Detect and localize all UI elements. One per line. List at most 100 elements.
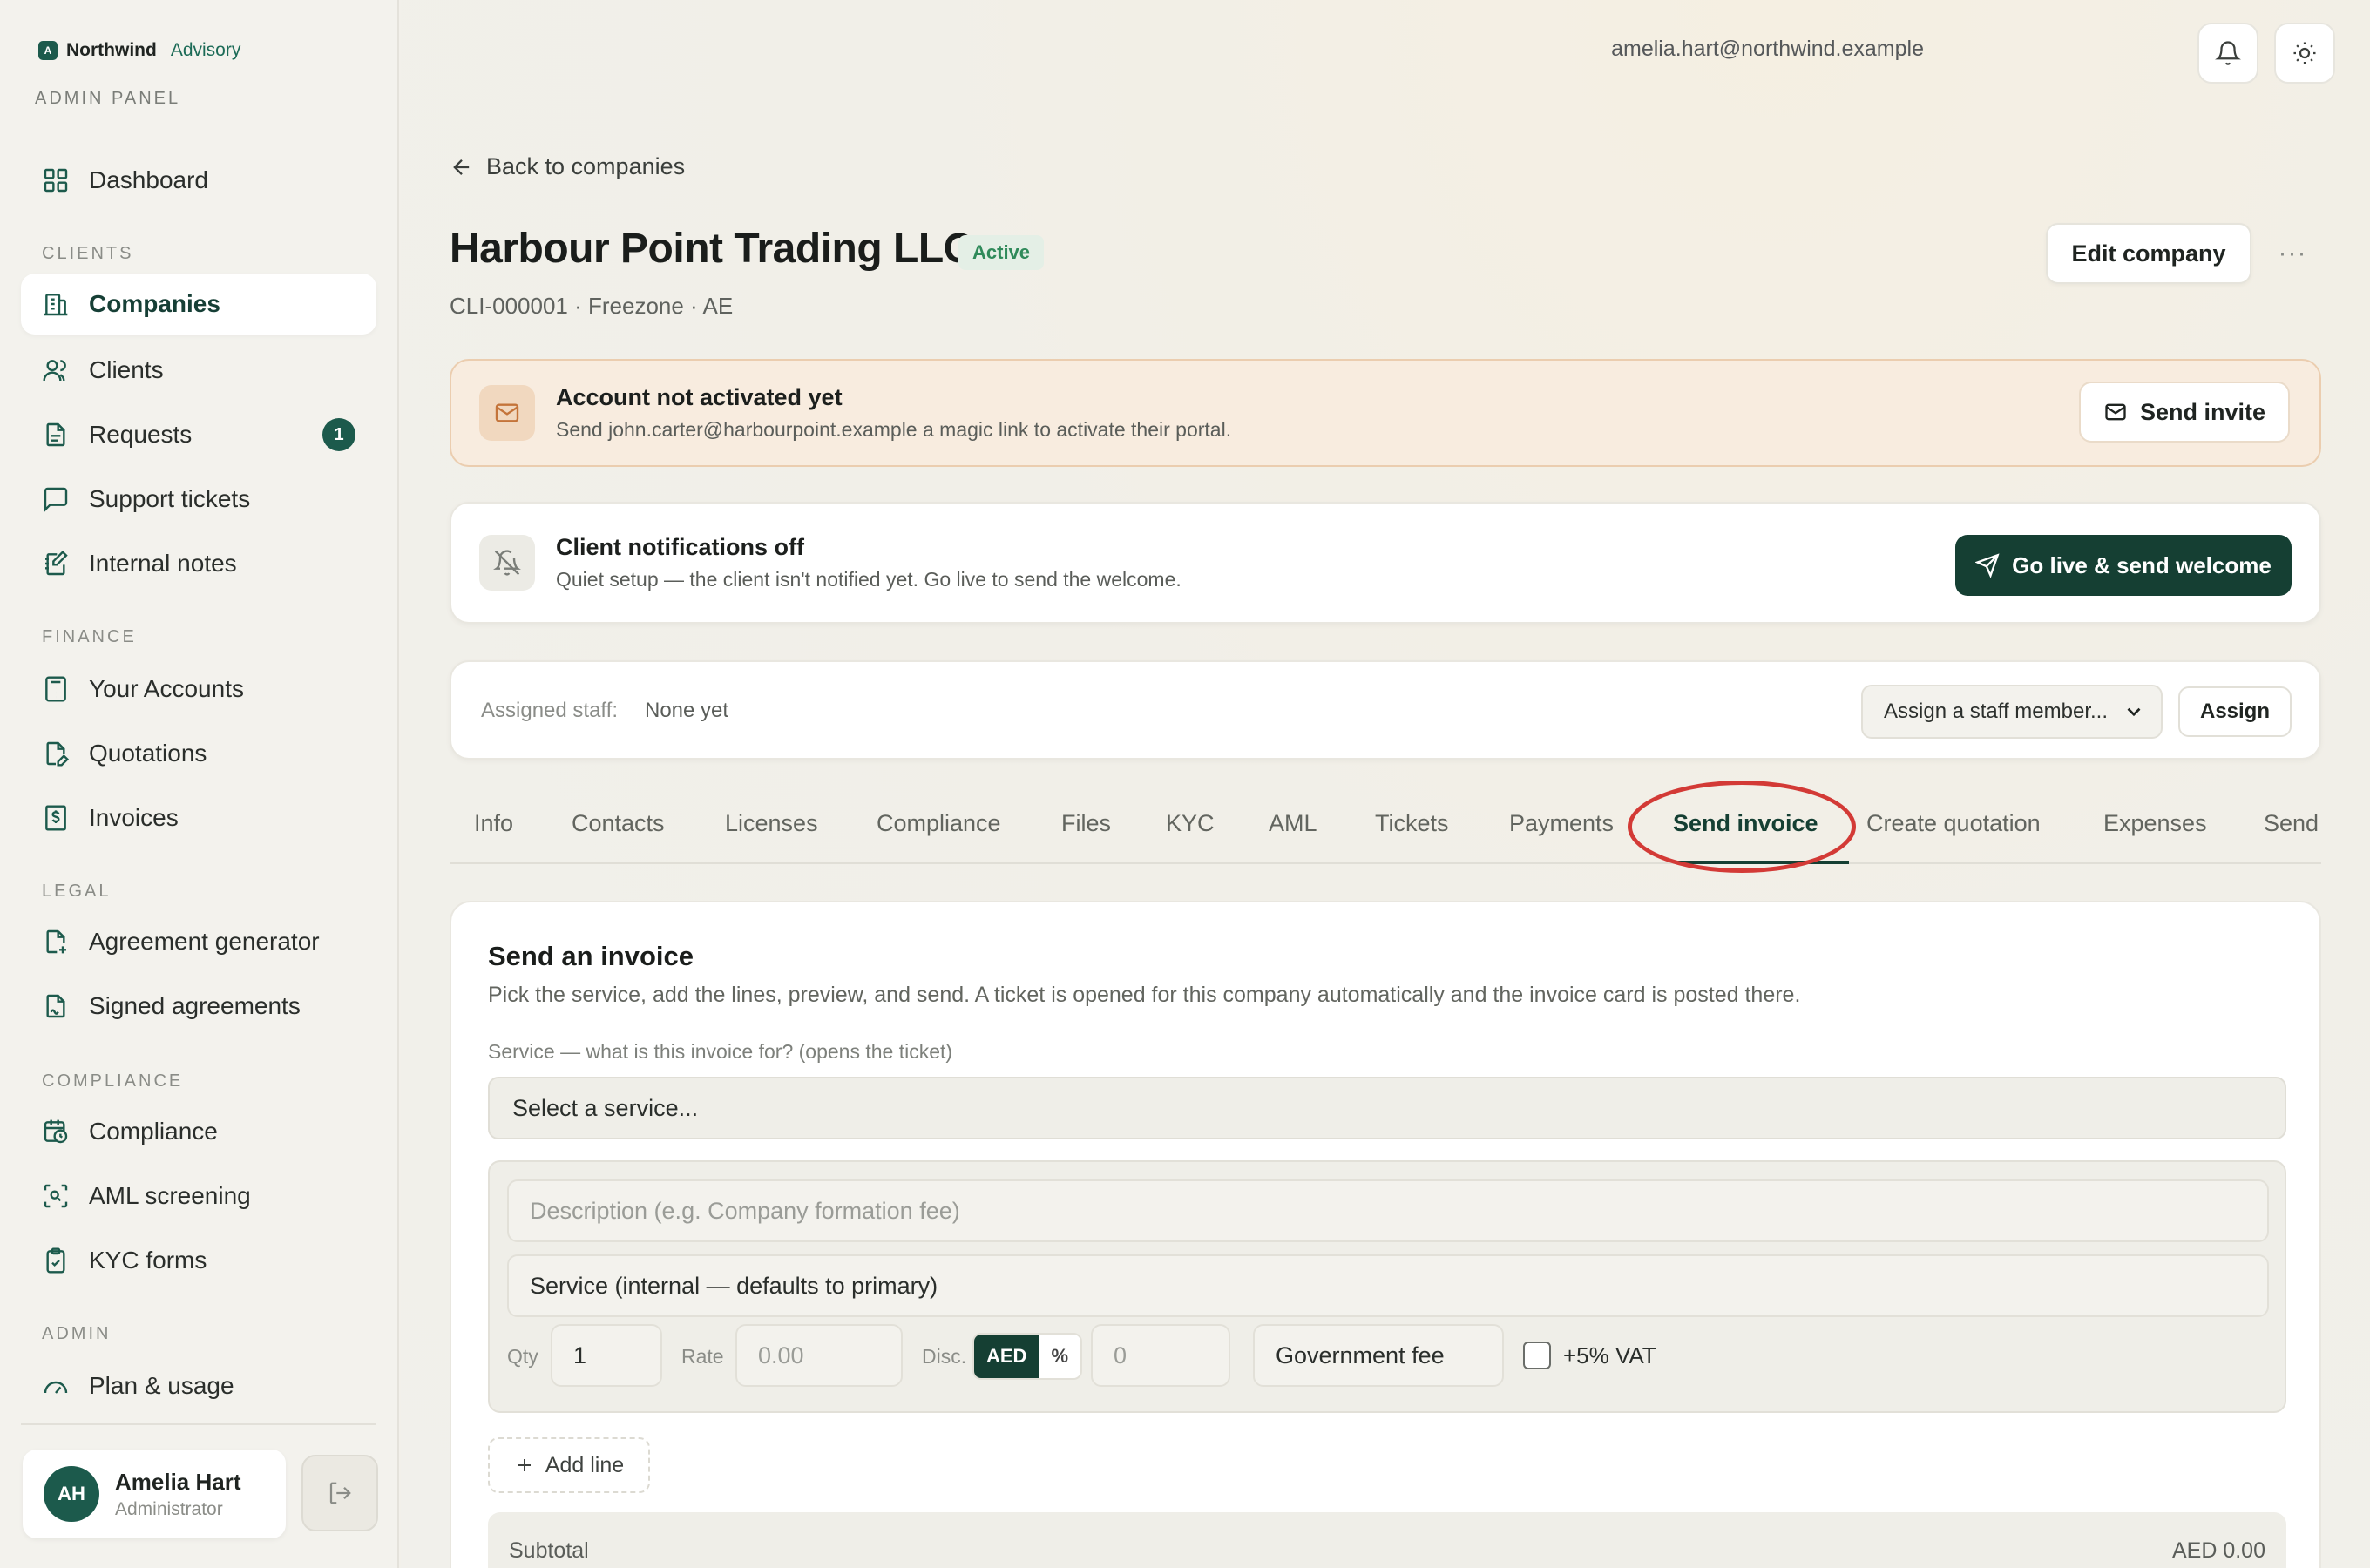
brand-name: Northwind xyxy=(66,40,157,60)
banner-text: Client notifications off Quiet setup — t… xyxy=(556,534,1182,591)
section-admin: ADMIN xyxy=(42,1324,112,1343)
vat-checkbox-row[interactable]: +5% VAT xyxy=(1523,1342,1656,1369)
banner-text: Account not activated yet Send john.cart… xyxy=(556,384,1231,442)
tab-expenses[interactable]: Expenses xyxy=(2103,810,2207,837)
sidebar-divider xyxy=(21,1423,376,1425)
vat-checkbox[interactable] xyxy=(1523,1342,1551,1369)
logout-button[interactable] xyxy=(301,1455,378,1531)
send-invoice-card: Send an invoice Pick the service, add th… xyxy=(450,901,2321,1568)
brand-sub: Advisory xyxy=(170,40,241,60)
tab-licenses[interactable]: Licenses xyxy=(725,810,818,837)
service-field-label: Service — what is this invoice for? (ope… xyxy=(488,1040,953,1063)
sidebar-item-invoices[interactable]: Invoices xyxy=(21,787,376,848)
vat-label: +5% VAT xyxy=(1563,1342,1656,1369)
gauge-icon xyxy=(44,1381,68,1394)
assigned-staff-label: Assigned staff: xyxy=(481,699,618,722)
user-name: Amelia Hart xyxy=(115,1468,241,1495)
line-description-input[interactable]: Description (e.g. Company formation fee) xyxy=(507,1179,2269,1242)
sidebar-item-label: Plan & usage xyxy=(89,1372,234,1399)
section-finance: FINANCE xyxy=(42,627,137,646)
brand[interactable]: A Northwind Advisory xyxy=(38,40,240,61)
assigned-staff-value: None yet xyxy=(645,699,729,722)
mail-icon xyxy=(2105,403,2126,421)
qty-label: Qty xyxy=(507,1345,538,1368)
send-invite-button[interactable]: Send invite xyxy=(2079,382,2290,443)
sidebar-item-plan-usage[interactable]: Plan & usage xyxy=(21,1355,376,1416)
back-to-companies-link[interactable]: Back to companies xyxy=(450,153,685,180)
subtotal-label: Subtotal xyxy=(509,1538,589,1563)
tab-tickets[interactable]: Tickets xyxy=(1375,810,1449,837)
section-compliance: COMPLIANCE xyxy=(42,1071,184,1091)
client-notifications-banner: Client notifications off Quiet setup — t… xyxy=(450,502,2321,624)
page-title: Harbour Point Trading LLC xyxy=(450,226,973,272)
tab-kyc[interactable]: KYC xyxy=(1166,810,1215,837)
discount-aed-option[interactable]: AED xyxy=(974,1335,1039,1378)
go-live-label: Go live & send welcome xyxy=(2012,551,2272,578)
building-icon xyxy=(44,294,68,316)
bell-icon xyxy=(2215,41,2241,65)
sidebar-item-companies[interactable]: Companies xyxy=(21,274,376,335)
sidebar-item-clients[interactable]: Clients xyxy=(21,340,376,401)
tab-info[interactable]: Info xyxy=(474,810,513,837)
subtotal-row: Subtotal AED 0.00 xyxy=(488,1512,2286,1568)
sidebar-item-compliance[interactable]: Compliance xyxy=(21,1101,376,1162)
sidebar-item-label: Dashboard xyxy=(89,166,208,193)
sidebar-item-signed-agreements[interactable]: Signed agreements xyxy=(21,976,376,1037)
file-plus-icon xyxy=(46,929,66,954)
section-clients: CLIENTS xyxy=(42,244,134,263)
tab-files[interactable]: Files xyxy=(1061,810,1111,837)
sidebar-item-aml-screening[interactable]: AML screening xyxy=(21,1166,376,1227)
sidebar-item-label: Quotations xyxy=(89,740,207,767)
sidebar-item-dashboard[interactable]: Dashboard xyxy=(21,150,376,211)
tab-aml[interactable]: AML xyxy=(1269,810,1317,837)
tab-payments[interactable]: Payments xyxy=(1509,810,1614,837)
more-options-button[interactable]: ··· xyxy=(2271,232,2314,275)
sidebar-item-your-accounts[interactable]: Your Accounts xyxy=(21,659,376,720)
tab-send[interactable]: Send xyxy=(2264,810,2319,837)
sidebar-item-agreement-generator[interactable]: Agreement generator xyxy=(21,911,376,972)
sidebar-item-label: AML screening xyxy=(89,1182,251,1209)
notifications-button[interactable] xyxy=(2197,23,2258,84)
sidebar: A Northwind Advisory ADMIN PANEL Dashboa… xyxy=(0,0,399,1568)
tab-compliance[interactable]: Compliance xyxy=(877,810,1001,837)
rate-input[interactable]: 0.00 xyxy=(735,1324,903,1387)
line-service-internal-select[interactable]: Service (internal — defaults to primary) xyxy=(507,1254,2269,1317)
sidebar-item-label: Clients xyxy=(89,356,164,383)
assign-button[interactable]: Assign xyxy=(2178,686,2292,737)
plus-icon xyxy=(518,1459,531,1471)
discount-percent-option[interactable]: % xyxy=(1039,1335,1081,1378)
qty-input[interactable]: 1 xyxy=(551,1324,662,1387)
service-select[interactable]: Select a service... xyxy=(488,1077,2286,1139)
assign-staff-select[interactable]: Assign a staff member... xyxy=(1861,685,2163,739)
assign-staff-select-value: Assign a staff member... xyxy=(1884,700,2109,723)
sidebar-item-label: Your Accounts xyxy=(89,675,244,702)
discount-input[interactable]: 0 xyxy=(1091,1324,1230,1387)
theme-toggle-button[interactable] xyxy=(2274,23,2335,84)
sidebar-item-quotations[interactable]: Quotations xyxy=(21,723,376,784)
fee-type-select[interactable]: Government fee xyxy=(1253,1324,1504,1387)
sidebar-item-label: Internal notes xyxy=(89,550,237,577)
invoice-line-item: Description (e.g. Company formation fee)… xyxy=(488,1160,2286,1413)
sidebar-item-kyc-forms[interactable]: KYC forms xyxy=(21,1230,376,1291)
annotation-circle xyxy=(1628,781,1856,873)
company-tabs: Info Contacts Licenses Compliance Files … xyxy=(450,789,2321,864)
section-legal: LEGAL xyxy=(42,882,112,901)
add-line-button[interactable]: Add line xyxy=(488,1437,650,1493)
go-live-send-welcome-button[interactable]: Go live & send welcome xyxy=(1955,535,2292,596)
tab-create-quotation[interactable]: Create quotation xyxy=(1866,810,2041,837)
add-line-label: Add line xyxy=(545,1452,625,1477)
notepad-edit-icon xyxy=(45,550,68,576)
sidebar-item-requests[interactable]: Requests 1 xyxy=(21,404,376,465)
file-text-icon xyxy=(46,422,65,447)
sidebar-item-support-tickets[interactable]: Support tickets xyxy=(21,469,376,530)
back-link-label: Back to companies xyxy=(486,153,686,179)
subtotal-value: AED 0.00 xyxy=(2171,1538,2265,1563)
tab-contacts[interactable]: Contacts xyxy=(572,810,665,837)
edit-company-button[interactable]: Edit company xyxy=(2046,223,2252,284)
grid-icon xyxy=(44,168,68,193)
brand-logo-icon: A xyxy=(38,41,58,60)
user-card[interactable]: AH Amelia Hart Administrator xyxy=(23,1450,286,1538)
calendar-clock-icon xyxy=(44,1119,68,1144)
account-not-activated-banner: Account not activated yet Send john.cart… xyxy=(450,359,2321,467)
sidebar-item-internal-notes[interactable]: Internal notes xyxy=(21,533,376,594)
